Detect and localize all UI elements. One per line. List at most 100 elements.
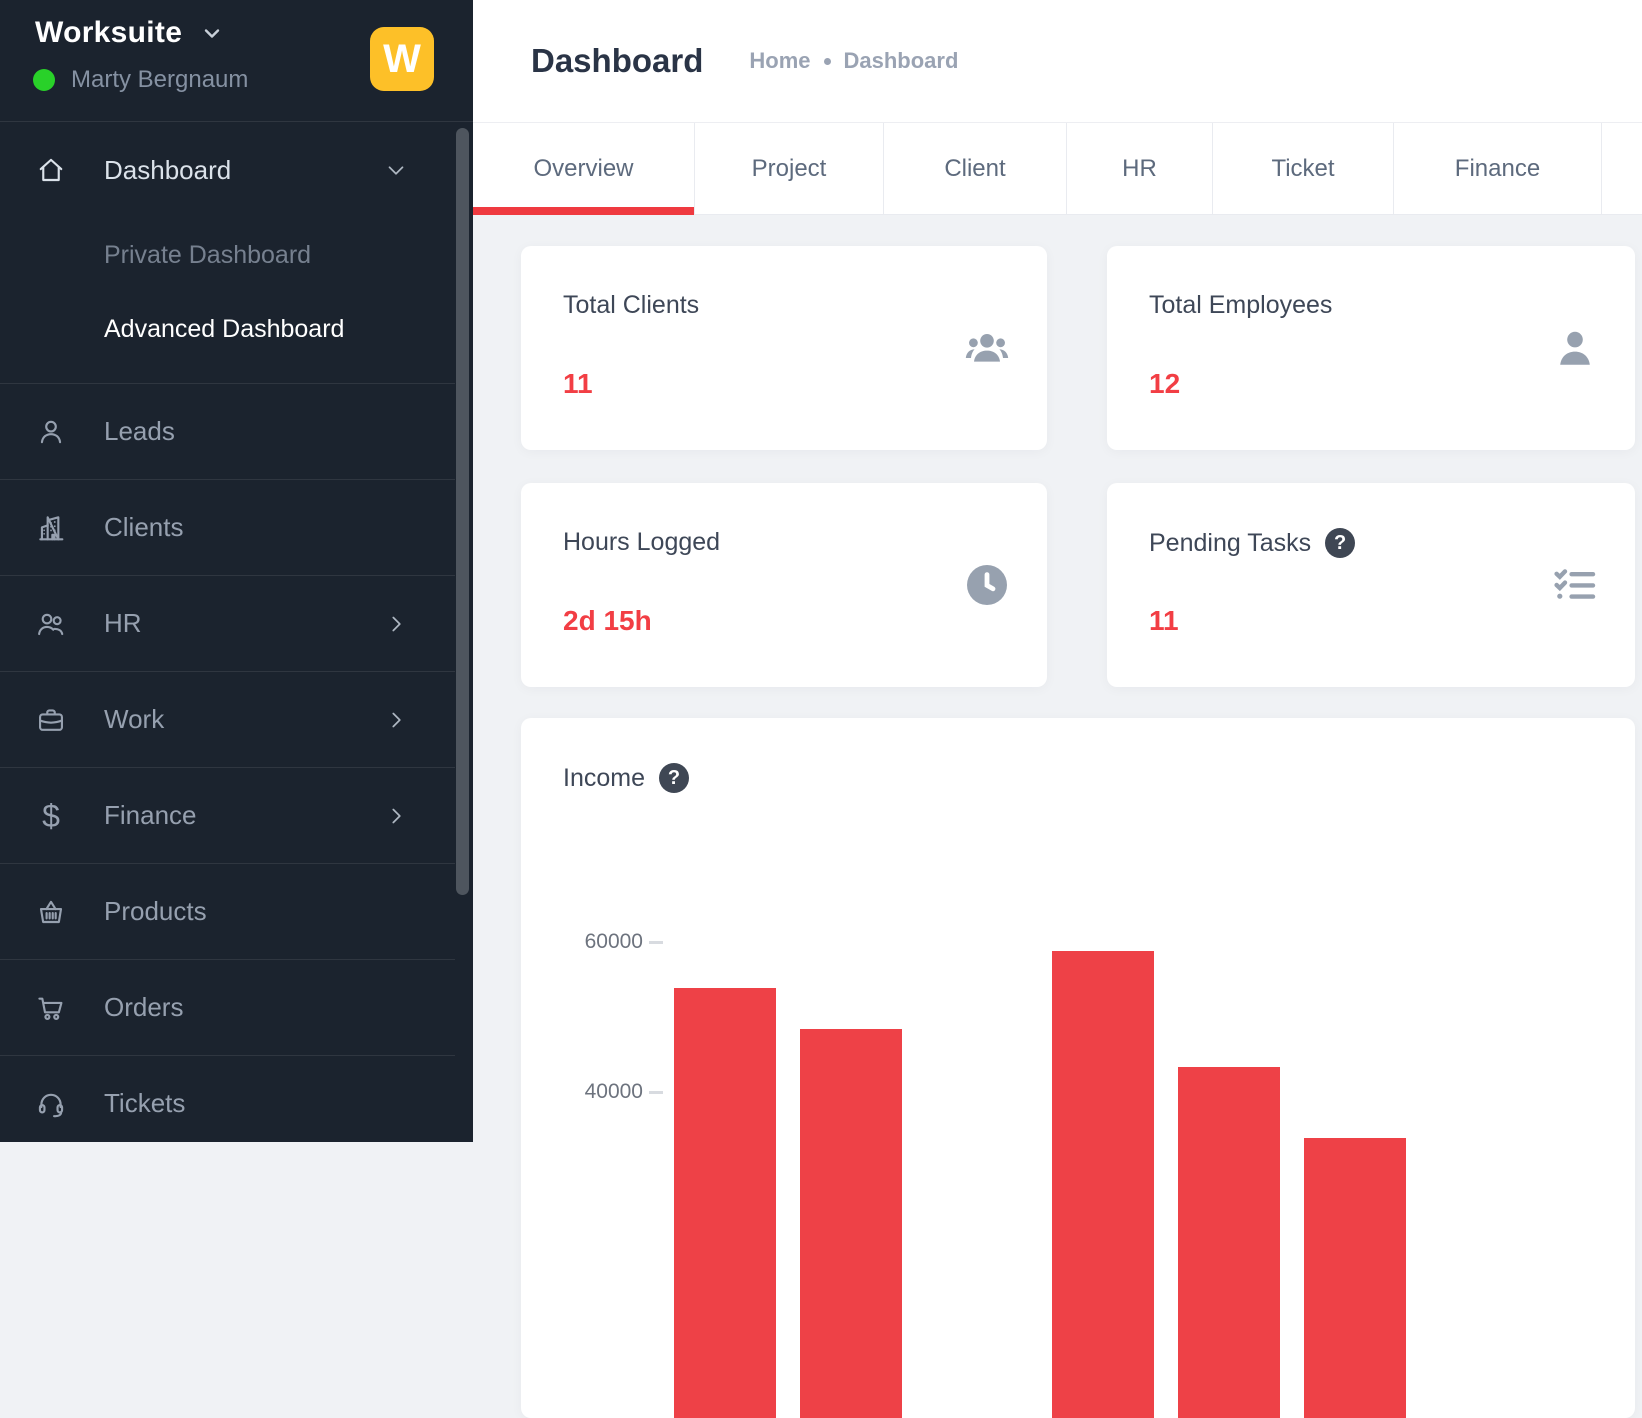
sidebar-item-label: Finance	[104, 800, 197, 831]
card-title: Total Clients	[563, 291, 699, 320]
stat-card-hours-logged: Hours Logged 2d 15h	[521, 483, 1047, 687]
sidebar-header: Worksuite Marty Bergnaum W	[0, 0, 473, 122]
home-icon	[35, 154, 67, 186]
income-bar[interactable]	[1304, 1138, 1406, 1418]
tab-finance[interactable]: Finance	[1394, 123, 1602, 214]
card-value: 2d 15h	[563, 605, 652, 637]
income-title: Income	[563, 764, 645, 793]
sidebar-item-label: Work	[104, 704, 164, 735]
y-axis-tick-mark	[649, 941, 663, 944]
users-icon	[35, 608, 67, 640]
sidebar-item-label: Dashboard	[104, 155, 231, 186]
card-title: Pending Tasks	[1149, 529, 1311, 558]
sidebar-item-hr[interactable]: HR	[0, 575, 455, 671]
online-status-dot	[33, 69, 55, 91]
sidebar-item-label: Tickets	[104, 1088, 185, 1119]
income-bar[interactable]	[1052, 951, 1154, 1418]
dashboard-tabs: Overview Project Client HR Ticket Finance	[473, 122, 1642, 215]
breadcrumb: HomeDashboard	[749, 48, 958, 74]
income-card: Income ? 60000 40000	[521, 718, 1635, 1418]
help-icon[interactable]: ?	[659, 763, 689, 793]
chevron-right-icon	[383, 707, 409, 733]
card-value: 11	[1149, 605, 1179, 637]
tab-client[interactable]: Client	[884, 123, 1067, 214]
headset-icon	[35, 1088, 67, 1120]
sidebar-item-label: HR	[104, 608, 142, 639]
stat-card-pending-tasks: Pending Tasks? 11	[1107, 483, 1635, 687]
income-bar[interactable]	[800, 1029, 902, 1418]
card-title: Total Employees	[1149, 291, 1332, 320]
y-axis-tick-mark	[649, 1091, 663, 1094]
card-title-row: Total Clients	[563, 291, 699, 320]
sidebar-item-dashboard[interactable]: Dashboard	[0, 122, 455, 218]
briefcase-icon	[35, 704, 67, 736]
dashboard-content: Income ? 6000040000 Total Clients11Total…	[473, 215, 1642, 1142]
cart-icon	[35, 992, 67, 1024]
income-bar[interactable]	[1178, 1067, 1280, 1418]
sidebar: Worksuite Marty Bergnaum W Dashboard Priv…	[0, 0, 473, 1142]
tab-label: Overview	[533, 155, 633, 183]
card-title-row: Total Employees	[1149, 291, 1332, 320]
sidebar-item-label: Leads	[104, 416, 175, 447]
tab-overview[interactable]: Overview	[473, 123, 695, 214]
chevron-right-icon	[383, 803, 409, 829]
clock-icon	[963, 561, 1011, 609]
breadcrumb-separator	[824, 58, 831, 65]
y-axis-tick: 60000	[553, 930, 663, 954]
help-icon[interactable]: ?	[1325, 528, 1355, 558]
main-area: Dashboard HomeDashboard Overview Project C…	[473, 0, 1642, 1142]
stat-card-total-clients: Total Clients 11	[521, 246, 1047, 450]
tab-label: Ticket	[1271, 155, 1334, 183]
sidebar-item-products[interactable]: Products	[0, 863, 455, 959]
sidebar-menu: Dashboard Private Dashboard Advanced Dashb…	[0, 122, 455, 1151]
sidebar-item-work[interactable]: Work	[0, 671, 455, 767]
sidebar-item-label: Orders	[104, 992, 183, 1023]
y-axis-tick-label: 60000	[553, 930, 643, 954]
checklist-icon	[1551, 561, 1599, 609]
sidebar-subitem-label: Advanced Dashboard	[104, 315, 344, 344]
sidebar-item-label: Clients	[104, 512, 183, 543]
menu-spacer	[0, 366, 455, 383]
page-header: Dashboard HomeDashboard	[473, 0, 1642, 122]
tab-overflow	[1602, 123, 1642, 214]
app-logo[interactable]: W	[370, 27, 434, 91]
y-axis-tick: 40000	[553, 1080, 663, 1104]
page-title: Dashboard	[531, 42, 703, 80]
income-bar[interactable]	[674, 988, 776, 1418]
tab-hr[interactable]: HR	[1067, 123, 1213, 214]
sidebar-item-tickets[interactable]: Tickets	[0, 1055, 455, 1151]
person-icon	[1551, 324, 1599, 372]
sidebar-scrollbar[interactable]	[456, 128, 469, 895]
card-title: Hours Logged	[563, 528, 720, 557]
chevron-down-icon	[200, 21, 224, 45]
chevron-right-icon	[383, 611, 409, 637]
card-title-row: Hours Logged	[563, 528, 720, 557]
tab-ticket[interactable]: Ticket	[1213, 123, 1394, 214]
sidebar-item-finance[interactable]: $ Finance	[0, 767, 455, 863]
stat-card-total-employees: Total Employees 12	[1107, 246, 1635, 450]
card-value: 11	[563, 368, 593, 400]
workspace-switcher[interactable]: Worksuite	[35, 16, 224, 50]
breadcrumb-item-home[interactable]: Home	[749, 48, 810, 74]
y-axis-tick-label: 40000	[553, 1080, 643, 1104]
tab-project[interactable]: Project	[695, 123, 884, 214]
building-icon	[35, 512, 67, 544]
card-title-row: Pending Tasks?	[1149, 528, 1355, 558]
card-value: 12	[1149, 368, 1180, 400]
sidebar-item-clients[interactable]: Clients	[0, 479, 455, 575]
user-name: Marty Bergnaum	[71, 66, 248, 94]
tab-label: Project	[752, 155, 827, 183]
basket-icon	[35, 896, 67, 928]
sidebar-subitem-advanced-dashboard[interactable]: Advanced Dashboard	[0, 292, 455, 366]
sidebar-subitem-private-dashboard[interactable]: Private Dashboard	[0, 218, 455, 292]
user-status: Marty Bergnaum	[33, 66, 248, 94]
tab-label: HR	[1122, 155, 1157, 183]
income-title-row: Income ?	[563, 763, 689, 793]
tab-label: Client	[944, 155, 1005, 183]
dollar-icon: $	[35, 800, 67, 832]
chevron-down-icon	[383, 157, 409, 183]
user-icon	[35, 416, 67, 448]
sidebar-item-orders[interactable]: Orders	[0, 959, 455, 1055]
sidebar-subitem-label: Private Dashboard	[104, 241, 311, 270]
sidebar-item-leads[interactable]: Leads	[0, 383, 455, 479]
